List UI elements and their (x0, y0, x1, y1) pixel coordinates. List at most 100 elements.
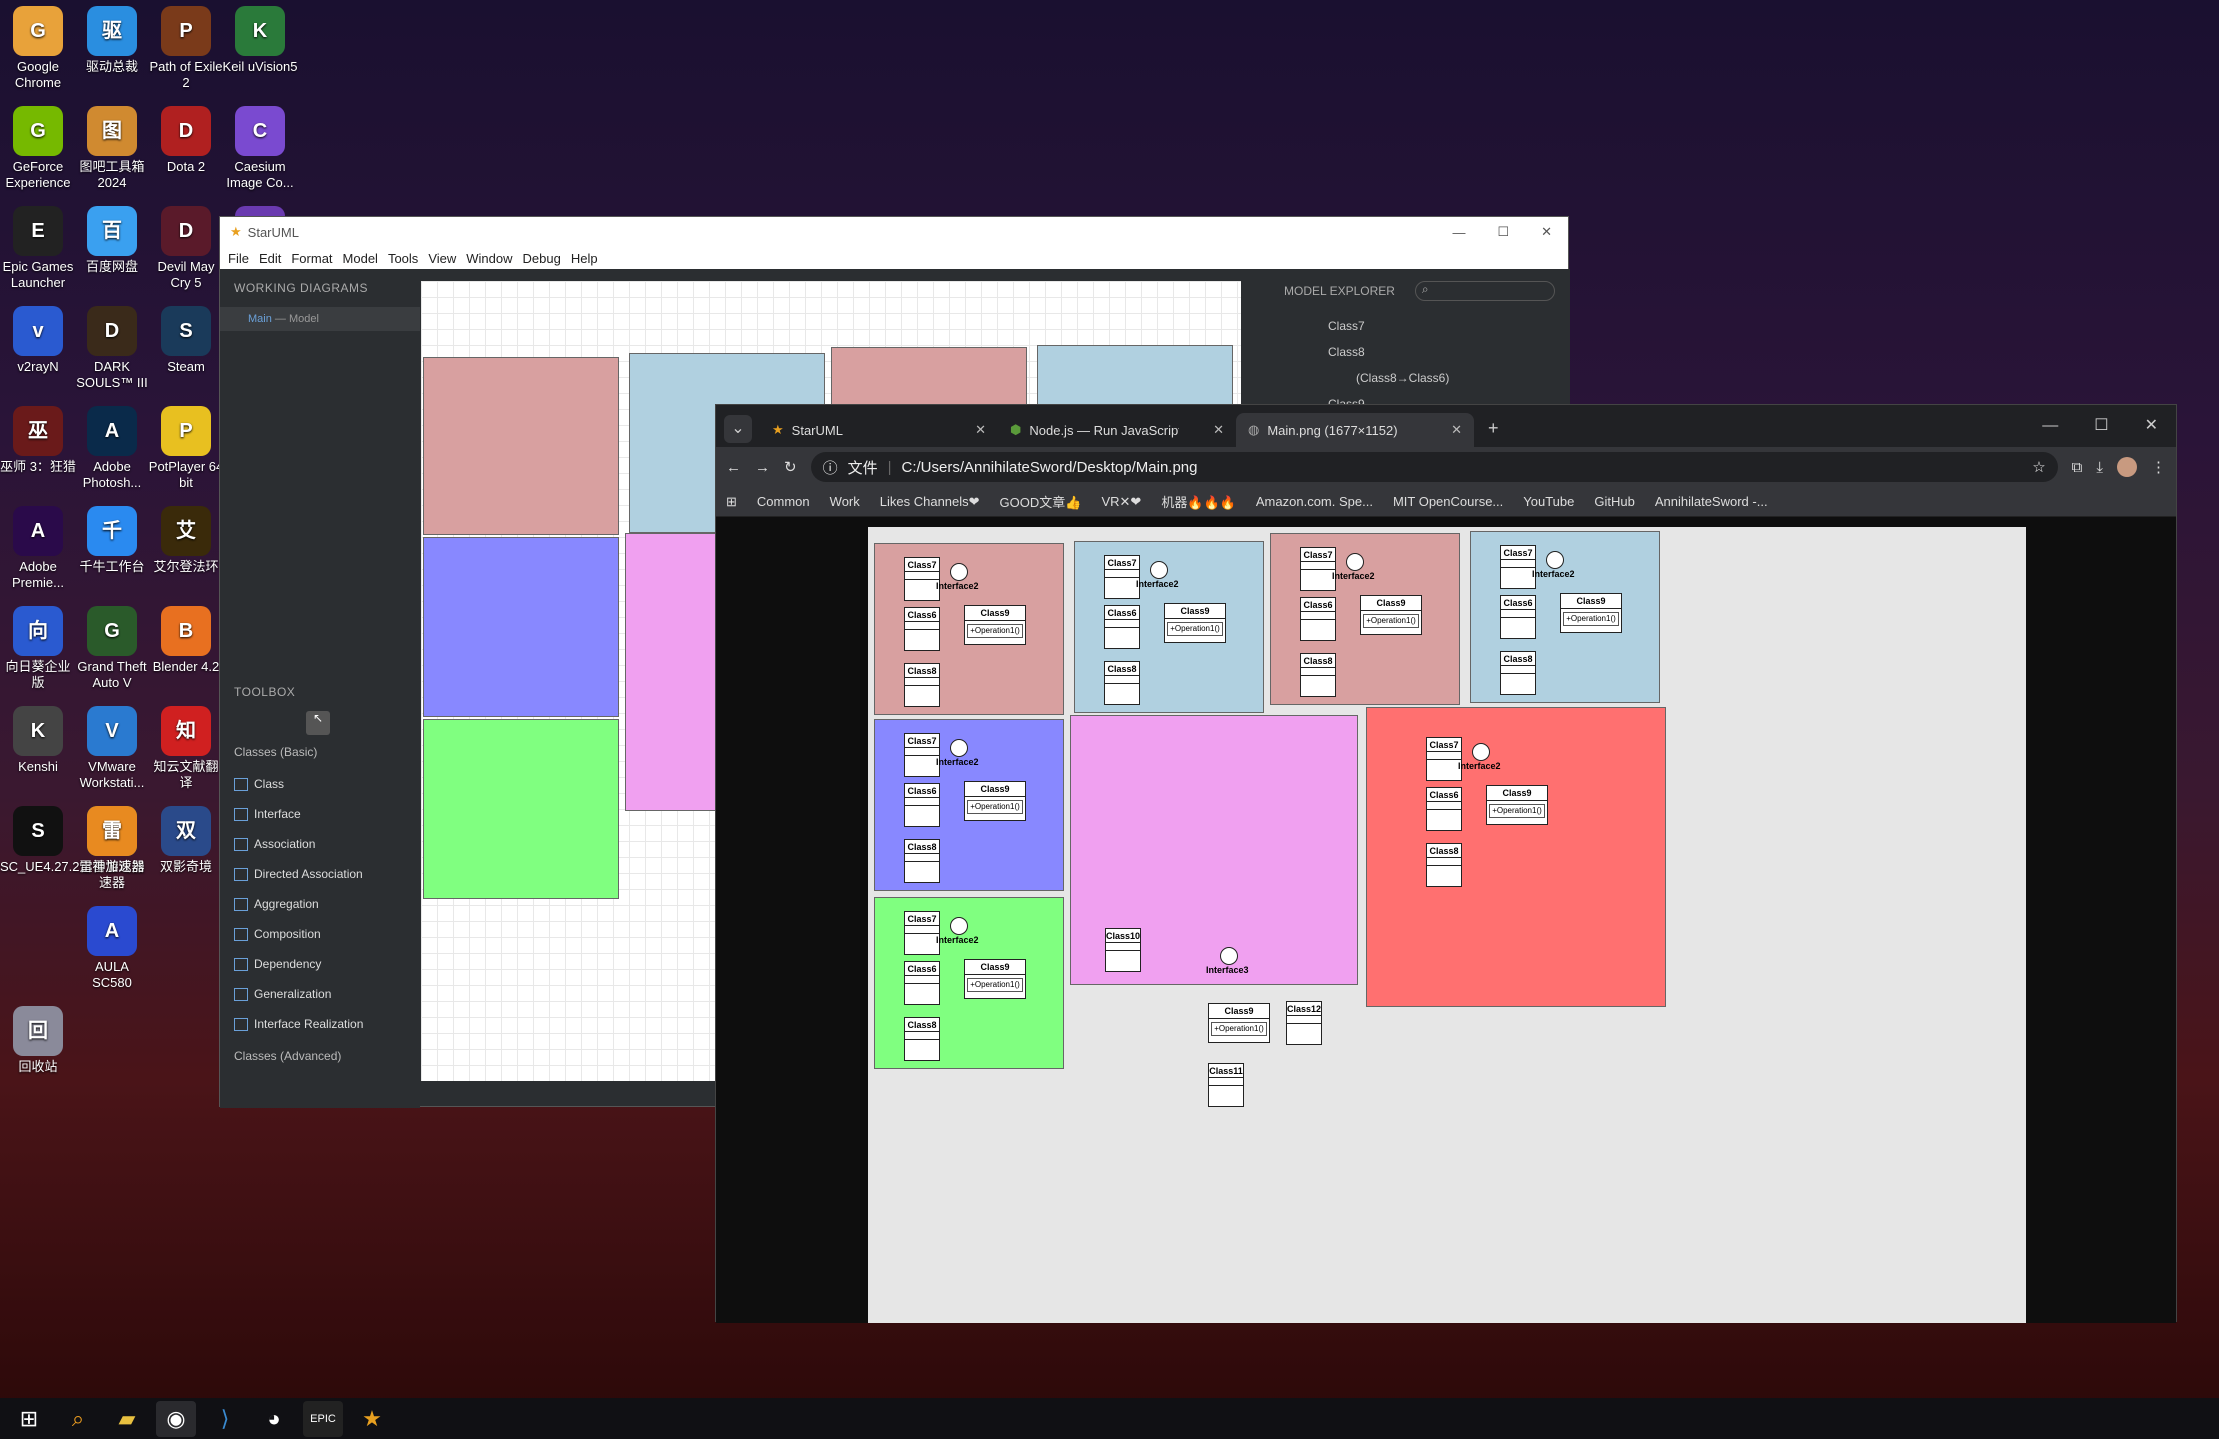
desktop-icon[interactable]: D DARK SOULS™ III (74, 300, 150, 391)
desktop-icon[interactable]: V VMware Workstati... (74, 700, 150, 791)
extensions-icon[interactable]: ⧉ (2072, 459, 2083, 476)
desktop-icon[interactable]: D Devil May Cry 5 (148, 200, 224, 291)
search-icon[interactable]: ⌕ (58, 1401, 98, 1437)
chrome-window[interactable]: ⌄ ★StarUML✕ ⬢Node.js — Run JavaScript Ev… (715, 404, 2177, 1323)
tree-item[interactable]: Class8 (1272, 339, 1570, 365)
desktop-icon[interactable]: 百百度网盘 (74, 200, 150, 275)
toolbox-item[interactable]: Composition (220, 919, 420, 949)
menu-item[interactable]: Edit (259, 251, 281, 266)
toolbox-item[interactable]: Interface (220, 799, 420, 829)
menu-item[interactable]: Tools (388, 251, 418, 266)
maximize-icon[interactable]: ☐ (2076, 415, 2126, 435)
desktop-icon[interactable]: 雷雷神加速器 (74, 800, 150, 875)
desktop-icon[interactable]: 回回收站 (0, 1000, 76, 1075)
minimize-icon[interactable]: — (2024, 417, 2076, 435)
close-tab-icon[interactable]: ✕ (975, 422, 986, 438)
desktop-icon[interactable]: 图图吧工具箱 2024 (74, 100, 150, 191)
desktop-icon[interactable]: 驱驱动总裁 (74, 0, 150, 75)
toolbox-item[interactable]: Aggregation (220, 889, 420, 919)
desktop-icon[interactable]: B Blender 4.2 (148, 600, 224, 675)
desktop-icon[interactable]: 向向日葵企业版 (0, 600, 76, 691)
desktop-icon[interactable]: P Path of Exile 2 (148, 0, 224, 91)
forward-icon[interactable]: → (755, 459, 770, 476)
new-tab-icon[interactable]: + (1488, 418, 1499, 439)
desktop-icon[interactable]: S SC_UE4.27.2 (0, 800, 80, 875)
desktop-icon[interactable]: K Keil uVision5 (222, 0, 298, 75)
classes-advanced-header[interactable]: Classes (Advanced) (220, 1039, 420, 1073)
bookmark-item[interactable]: VR✕❤ (1101, 494, 1141, 510)
package-green[interactable] (423, 719, 619, 899)
bookmark-item[interactable]: Work (830, 494, 860, 509)
menu-item[interactable]: Model (343, 251, 378, 266)
desktop-icon[interactable]: 知知云文献翻译 (148, 700, 224, 791)
bookmark-item[interactable]: YouTube (1523, 494, 1574, 509)
back-icon[interactable]: ← (726, 459, 741, 476)
close-tab-icon[interactable]: ✕ (1213, 422, 1224, 438)
menu-item[interactable]: File (228, 251, 249, 266)
desktop-icon[interactable]: A AULA SC580 (74, 900, 150, 991)
desktop-icon[interactable]: D Dota 2 (148, 100, 224, 175)
bookmark-item[interactable]: GOOD文章👍 (1000, 492, 1082, 511)
package-purple[interactable] (423, 537, 619, 717)
bookmark-star-icon[interactable]: ☆ (2032, 458, 2045, 476)
tree-item[interactable]: Class7 (1272, 313, 1570, 339)
menu-item[interactable]: View (428, 251, 456, 266)
package-blue-2[interactable] (1037, 345, 1233, 407)
bookmark-item[interactable]: MIT OpenCourse... (1393, 494, 1503, 509)
desktop-icon[interactable]: K Kenshi (0, 700, 76, 775)
diagram-item-main[interactable]: Main — Model (220, 307, 420, 331)
toolbox-item[interactable]: Directed Association (220, 859, 420, 889)
desktop-icon[interactable]: v v2rayN (0, 300, 76, 375)
menu-icon[interactable]: ⋮ (2151, 458, 2166, 476)
pointer-tool-icon[interactable]: ↖ (306, 711, 330, 735)
bookmark-item[interactable]: AnnihilateSword -... (1655, 494, 1768, 509)
tab-main-png[interactable]: ◍ Main.png (1677×1152) ✕ (1236, 413, 1474, 447)
close-icon[interactable]: ✕ (1525, 224, 1568, 240)
desktop-icon[interactable]: 千千牛工作台 (74, 500, 150, 575)
bookmark-item[interactable]: GitHub (1594, 494, 1634, 509)
desktop-icon[interactable]: S Steam (148, 300, 224, 375)
tree-item[interactable]: (Class8→Class6) (1272, 365, 1570, 391)
tab-nodejs[interactable]: ⬢Node.js — Run JavaScript Eve✕ (998, 413, 1236, 447)
staruml-icon[interactable]: ★ (352, 1401, 392, 1437)
explorer-search-input[interactable]: ⌕ (1414, 281, 1555, 301)
address-bar[interactable]: ⓘ 文件 | C:/Users/AnnihilateSword/Desktop/… (810, 452, 2058, 482)
bookmark-item[interactable]: Amazon.com. Spe... (1256, 494, 1373, 509)
desktop-icon[interactable]: P PotPlayer 64 bit (148, 400, 224, 491)
toolbox-item[interactable]: Class (220, 769, 420, 799)
avatar[interactable] (2117, 457, 2137, 477)
toolbox-item[interactable]: Interface Realization (220, 1009, 420, 1039)
desktop-icon[interactable]: 巫巫师 3：狂猎 (0, 400, 76, 475)
epic-icon[interactable]: EPIC (303, 1400, 343, 1437)
desktop-icon[interactable]: A Adobe Premie... (0, 500, 76, 591)
toolbox-item[interactable]: Dependency (220, 949, 420, 979)
close-tab-icon[interactable]: ✕ (1451, 422, 1462, 438)
vscode-icon[interactable]: ⟩ (205, 1401, 245, 1437)
chrome-icon[interactable]: ◉ (156, 1400, 196, 1437)
desktop-icon[interactable]: G GeForce Experience (0, 100, 76, 191)
tab-staruml[interactable]: ★ StarUML ✕ (760, 413, 998, 447)
bookmark-item[interactable]: Common (757, 494, 810, 509)
downloads-icon[interactable]: ⤓ (2096, 459, 2103, 476)
desktop-icon[interactable]: G Google Chrome (0, 0, 76, 91)
package-pink[interactable] (423, 357, 619, 535)
toolbox-item[interactable]: Generalization (220, 979, 420, 1009)
menu-item[interactable]: Help (571, 251, 598, 266)
reload-icon[interactable]: ↻ (784, 458, 797, 476)
menu-item[interactable]: Debug (523, 251, 561, 266)
desktop-icon[interactable]: G Grand Theft Auto V (74, 600, 150, 691)
package-magenta[interactable] (625, 533, 725, 811)
desktop-icon[interactable]: E Epic Games Launcher (0, 200, 76, 291)
apps-icon[interactable]: ⊞ (726, 494, 737, 510)
classes-basic-header[interactable]: Classes (Basic) (220, 735, 420, 769)
minimize-icon[interactable]: — (1436, 225, 1481, 240)
staruml-titlebar[interactable]: ★ StarUML — ☐ ✕ (220, 217, 1568, 247)
file-explorer-icon[interactable]: ▰ (107, 1401, 147, 1437)
start-icon[interactable]: ⊞ (9, 1401, 49, 1437)
desktop-icon[interactable]: C Caesium Image Co... (222, 100, 298, 191)
menu-item[interactable]: Window (466, 251, 512, 266)
tab-search-icon[interactable]: ⌄ (724, 415, 752, 443)
desktop-icon[interactable]: A Adobe Photosh... (74, 400, 150, 491)
bookmark-item[interactable]: 机器🔥🔥🔥 (1161, 492, 1236, 511)
close-icon[interactable]: ✕ (2127, 415, 2176, 435)
